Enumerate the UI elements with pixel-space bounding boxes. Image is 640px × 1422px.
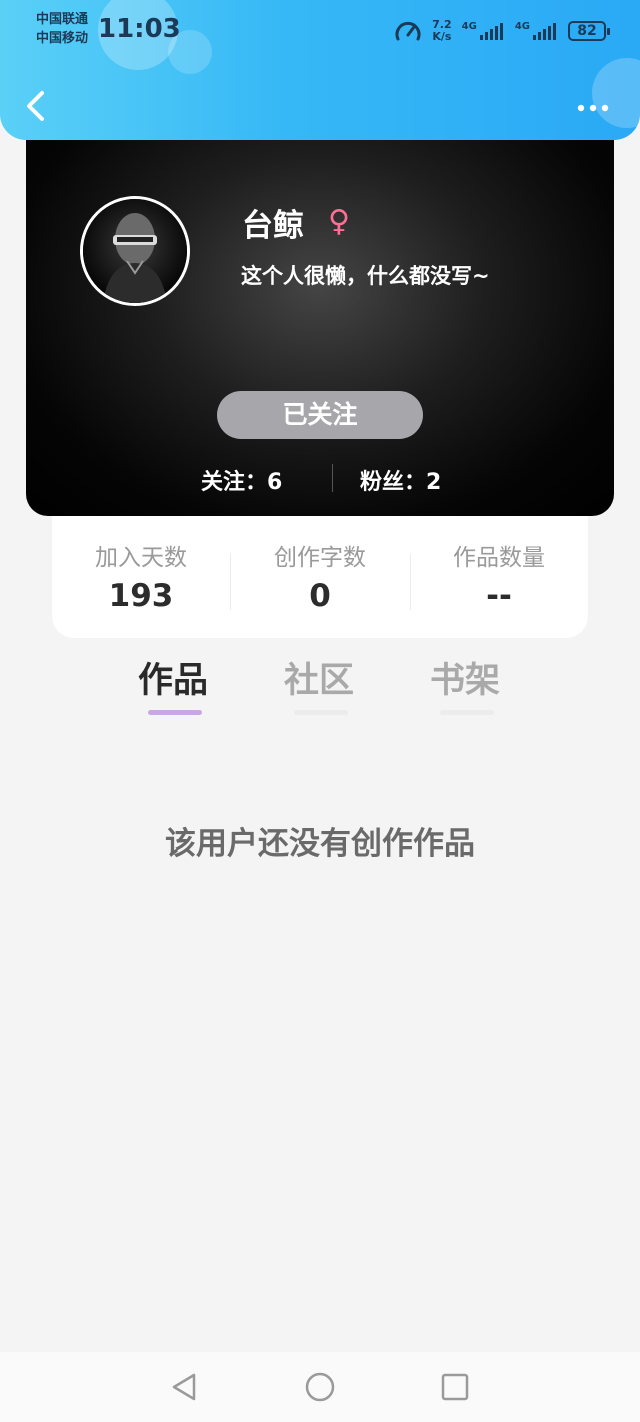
square-recents-icon xyxy=(441,1373,469,1401)
avatar[interactable] xyxy=(80,196,190,306)
net-speed-unit: K/s xyxy=(432,30,452,43)
triangle-back-icon xyxy=(172,1373,196,1401)
stat-value: 0 xyxy=(309,578,331,614)
chevron-left-icon xyxy=(27,91,44,121)
circle-home-icon xyxy=(305,1372,335,1402)
follow-button[interactable]: 已关注 xyxy=(217,391,423,439)
carrier-2: 中国移动 xyxy=(36,31,89,46)
stat-join-days: 加入天数 193 xyxy=(52,538,230,614)
back-button[interactable] xyxy=(22,88,52,124)
profile-card: 台鲸 ♀ 这个人很懒，什么都没写~ 已关注 关注：6 粉丝：2 xyxy=(26,120,614,516)
following-count: 6 xyxy=(267,470,283,495)
tab-community[interactable]: 社区 xyxy=(284,652,354,703)
stat-value: 193 xyxy=(108,578,174,614)
net-speed: 7.2 K/s xyxy=(432,19,452,43)
signal-2-label: 4G xyxy=(514,21,530,32)
stats-panel: 加入天数 193 创作字数 0 作品数量 -- xyxy=(52,516,588,638)
profile-name: 台鲸 xyxy=(242,208,304,244)
stat-label: 作品数量 xyxy=(453,545,545,571)
signal-bars-icon xyxy=(479,23,503,40)
tab-indicator xyxy=(294,710,348,715)
stat-works-count: 作品数量 -- xyxy=(410,538,588,614)
following-stat[interactable]: 关注：6 xyxy=(201,464,282,496)
carrier-1: 中国联通 xyxy=(36,12,89,27)
avatar-image xyxy=(83,199,187,303)
speedometer-icon xyxy=(395,21,421,41)
tab-bookshelf[interactable]: 书架 xyxy=(430,652,500,703)
signal-icon: 4G xyxy=(462,21,505,41)
follow-stats: 关注：6 粉丝：2 xyxy=(26,460,614,496)
profile-bio: 这个人很懒，什么都没写~ xyxy=(241,264,490,288)
followers-count: 2 xyxy=(426,470,442,495)
empty-state-message: 该用户还没有创作作品 xyxy=(165,826,475,862)
divider xyxy=(332,464,333,492)
stat-word-count: 创作字数 0 xyxy=(231,538,409,614)
battery-icon: 82 xyxy=(568,21,610,41)
stat-value: -- xyxy=(486,578,512,614)
carrier-info: 中国联通 中国移动 xyxy=(36,10,88,48)
system-nav-bar xyxy=(0,1352,640,1422)
followers-label: 粉丝： xyxy=(360,470,427,495)
nav-home-button[interactable] xyxy=(303,1370,337,1404)
nav-recents-button[interactable] xyxy=(438,1370,472,1404)
following-label: 关注： xyxy=(201,470,268,495)
followers-stat[interactable]: 粉丝：2 xyxy=(360,464,441,496)
signal-bars-icon xyxy=(533,23,556,40)
female-gender-icon: ♀ xyxy=(328,204,350,239)
stat-label: 创作字数 xyxy=(274,545,366,571)
more-button[interactable] xyxy=(574,98,614,118)
status-time: 11:03 xyxy=(98,14,181,44)
more-dots-icon xyxy=(577,104,609,112)
status-indicators: 7.2 K/s 4G 4G 82 xyxy=(394,14,610,48)
tab-works[interactable]: 作品 xyxy=(138,652,208,703)
app-header: 中国联通 中国移动 11:03 7.2 K/s 4G 4G 82 xyxy=(0,0,640,140)
tab-indicator-active xyxy=(148,710,202,715)
nav-back-button[interactable] xyxy=(168,1370,202,1404)
stat-label: 加入天数 xyxy=(95,545,187,571)
signal-icon: 4G xyxy=(515,21,558,41)
tab-indicator xyxy=(440,710,494,715)
signal-1-label: 4G xyxy=(461,21,477,32)
